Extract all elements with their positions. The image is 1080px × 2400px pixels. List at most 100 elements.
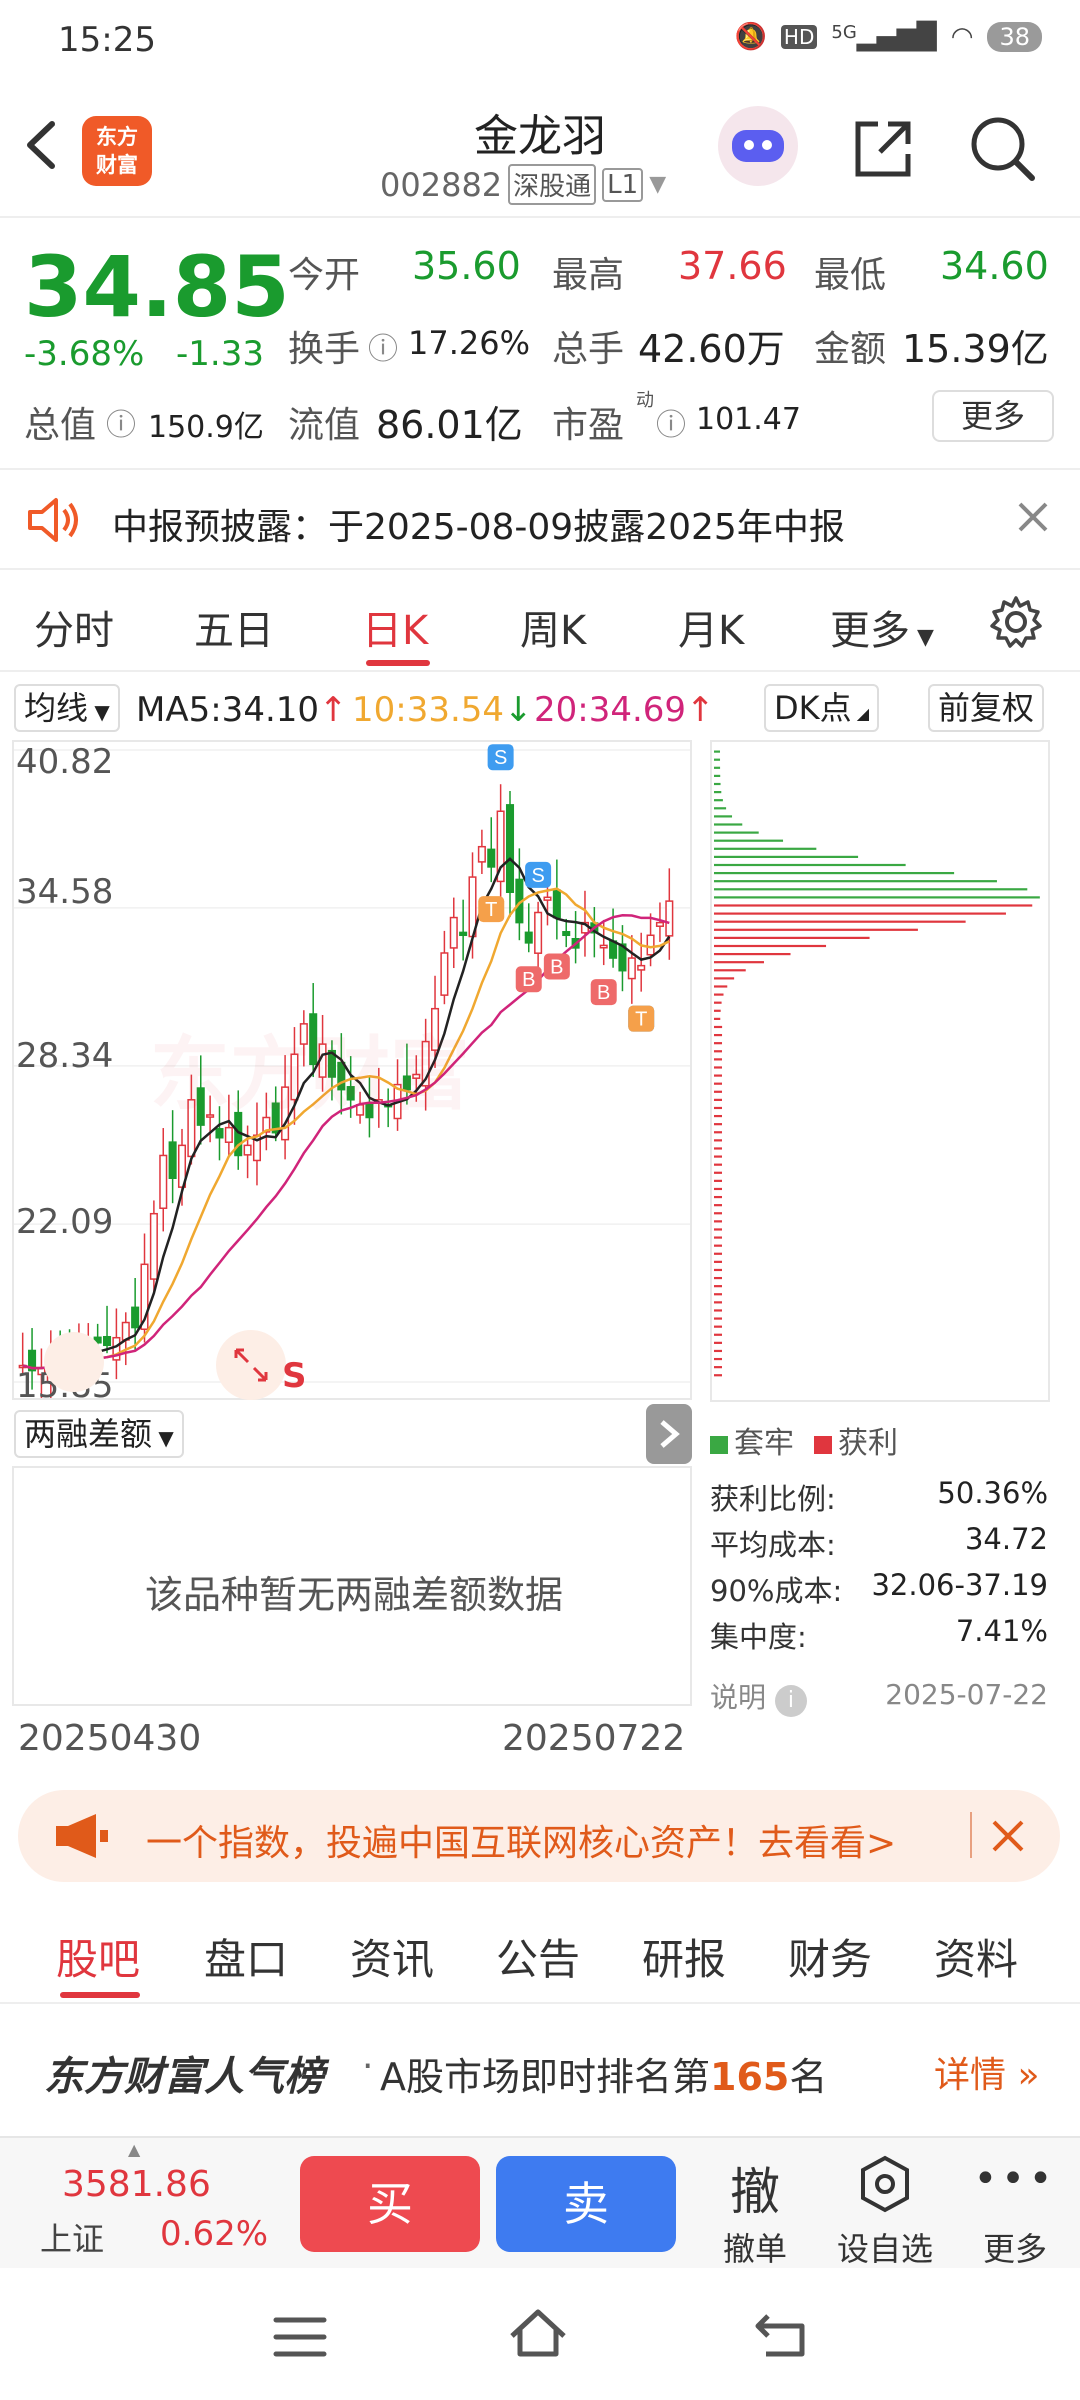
assistant-robot-icon[interactable] bbox=[718, 106, 798, 186]
cancel-order-label[interactable]: 撤单 bbox=[700, 2224, 810, 2270]
candle-body bbox=[524, 931, 533, 944]
close-icon[interactable] bbox=[990, 1818, 1026, 1858]
chip-bar bbox=[714, 1033, 723, 1037]
dk-point-button[interactable]: DK点 ◢ bbox=[764, 684, 880, 732]
index-value[interactable]: 3581.86 bbox=[62, 2164, 211, 2205]
home-icon[interactable] bbox=[506, 2306, 570, 2366]
stock-code-row[interactable]: 002882 深股通 L1 ▼ bbox=[380, 164, 666, 205]
add-watchlist-icon[interactable] bbox=[830, 2154, 940, 2226]
float-label: 流值 bbox=[288, 405, 361, 446]
earnings-notice[interactable]: 中报预披露：于2025-08-09披露2025年中报 bbox=[0, 470, 1080, 570]
chip-bar bbox=[714, 977, 735, 980]
candle-body bbox=[646, 934, 655, 956]
cancel-order-icon[interactable]: 撤 bbox=[700, 2152, 810, 2224]
tab-guba[interactable]: 股吧 bbox=[56, 1926, 140, 1987]
double-chevron-icon: » bbox=[1006, 2055, 1040, 2096]
chip-bar bbox=[714, 1147, 722, 1150]
chip-bar bbox=[714, 791, 722, 794]
info-icon: i bbox=[774, 1685, 807, 1717]
tab-daily-k[interactable]: 日K bbox=[362, 598, 428, 656]
candle-body bbox=[599, 944, 608, 949]
menu-icon[interactable] bbox=[270, 2312, 330, 2366]
ma-bar: 均线 ▼ MA5:34.10↑ 10:33.54↓ 20:34.69↑ DK点 … bbox=[0, 680, 1080, 736]
chip-bar bbox=[714, 952, 791, 956]
high-value: 37.66 bbox=[678, 244, 787, 288]
tab-pankou[interactable]: 盘口 bbox=[204, 1926, 288, 1987]
avg-cost-label: 平均成本: bbox=[710, 1528, 836, 1562]
tab-profile[interactable]: 资料 bbox=[934, 1926, 1018, 1987]
ma-dropdown[interactable]: 均线 ▼ bbox=[14, 684, 120, 732]
info-icon[interactable]: ⓘ bbox=[106, 400, 136, 444]
chip-bar bbox=[714, 920, 966, 923]
chip-bar bbox=[714, 993, 724, 996]
signal-marker-label: B bbox=[597, 982, 610, 1004]
ma20-value: 20:34.69↑ bbox=[534, 690, 715, 730]
close-icon[interactable] bbox=[1016, 500, 1050, 538]
chip-bar bbox=[714, 774, 721, 778]
more-dots-icon[interactable]: ••• bbox=[960, 2156, 1070, 2202]
pe-value: 101.47 bbox=[696, 402, 801, 437]
chip-bar bbox=[714, 1357, 722, 1361]
buy-button[interactable]: 买 bbox=[300, 2156, 480, 2252]
chip-bar bbox=[714, 1236, 722, 1239]
wifi-icon: ◠ bbox=[950, 22, 974, 52]
back-nav-icon[interactable] bbox=[752, 2308, 812, 2366]
candle-body bbox=[487, 848, 496, 868]
info-icon[interactable]: ⓘ bbox=[368, 324, 398, 368]
ad-banner[interactable]: 一个指数，投遍中国互联网核心资产！去看看> bbox=[18, 1790, 1060, 1882]
chip-bar bbox=[714, 1155, 722, 1158]
tab-finance[interactable]: 财务 bbox=[788, 1926, 872, 1987]
chip-bar bbox=[714, 855, 859, 858]
gear-icon[interactable] bbox=[988, 594, 1044, 654]
signal-marker-label: S bbox=[531, 865, 544, 887]
volume-value: 42.60万 bbox=[638, 327, 785, 371]
popularity-row[interactable]: 东方财富人气榜 · A股市场即时排名第165名 详情 » bbox=[0, 2006, 1080, 2130]
add-watchlist-label[interactable]: 设自选 bbox=[830, 2224, 940, 2270]
expand-panel-icon[interactable] bbox=[646, 1404, 692, 1464]
tab-five-day[interactable]: 五日 bbox=[194, 598, 274, 656]
active-tab-indicator bbox=[60, 1992, 140, 1998]
info-icon[interactable]: ⓘ bbox=[656, 400, 686, 444]
chip-bar bbox=[714, 1341, 722, 1344]
more-label[interactable]: 更多 bbox=[960, 2224, 1070, 2270]
more-quote-button[interactable]: 更多 bbox=[932, 390, 1054, 442]
y-tick-label: 22.09 bbox=[16, 1202, 114, 1242]
tab-more[interactable]: 更多 ▼ bbox=[830, 598, 934, 656]
chip-bar bbox=[714, 766, 721, 769]
profit-ratio-value: 50.36% bbox=[937, 1476, 1048, 1510]
speaker-icon bbox=[26, 494, 82, 550]
chip-distribution-svg bbox=[714, 750, 1040, 1377]
share-icon[interactable] bbox=[848, 114, 918, 184]
market-tag: 深股通 bbox=[508, 164, 597, 205]
tab-news[interactable]: 资讯 bbox=[350, 1926, 434, 1987]
details-link[interactable]: 详情 » bbox=[934, 2046, 1039, 2098]
notice-text: 中报预披露：于2025-08-09披露2025年中报 bbox=[112, 507, 845, 548]
signal-marker-label: B bbox=[522, 969, 535, 991]
tab-announcements[interactable]: 公告 bbox=[496, 1926, 580, 1987]
expand-icon[interactable] bbox=[216, 1330, 286, 1400]
avg-cost-value: 34.72 bbox=[964, 1522, 1048, 1556]
chip-bar bbox=[714, 912, 1006, 915]
chip-bar bbox=[714, 1106, 722, 1110]
ma10-line bbox=[22, 887, 670, 1370]
candle-body bbox=[243, 1144, 252, 1156]
tab-weekly-k[interactable]: 周K bbox=[520, 598, 586, 656]
search-icon[interactable] bbox=[968, 114, 1038, 184]
tab-intraday[interactable]: 分时 bbox=[34, 598, 114, 656]
tab-research[interactable]: 研报 bbox=[642, 1926, 726, 1987]
chip-note-link[interactable]: 说明 i bbox=[710, 1676, 807, 1717]
battery-icon: 38 bbox=[987, 22, 1042, 52]
chip-bar bbox=[714, 1212, 722, 1215]
mute-icon: 🔕 bbox=[734, 22, 767, 52]
change-amount: -1.33 bbox=[176, 334, 264, 374]
caret-down-icon: ▼ bbox=[649, 172, 667, 197]
signal-marker-icon[interactable] bbox=[44, 1332, 104, 1392]
adjust-button[interactable]: 前复权 bbox=[928, 684, 1045, 732]
chip-bar bbox=[714, 904, 1033, 907]
caret-up-icon[interactable]: ▲ bbox=[128, 2140, 140, 2159]
turnover-value: 17.26% bbox=[408, 324, 531, 362]
sell-button[interactable]: 卖 bbox=[496, 2156, 676, 2252]
margin-dropdown[interactable]: 两融差额 ▼ bbox=[14, 1410, 184, 1458]
tab-monthly-k[interactable]: 月K bbox=[678, 598, 744, 656]
watermark: 东方财富 bbox=[150, 1028, 470, 1121]
